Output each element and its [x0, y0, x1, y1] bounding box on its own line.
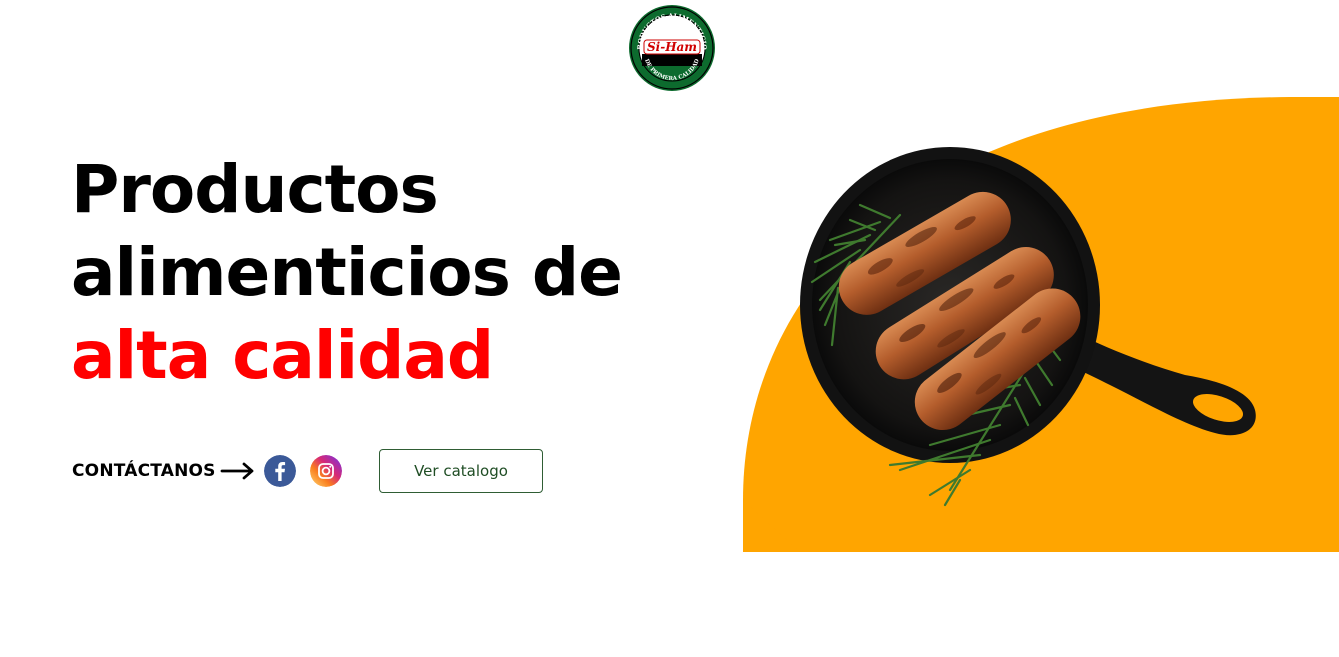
sausages [838, 191, 1081, 431]
contact-label: CONTÁCTANOS [72, 461, 216, 481]
logo-text: Si-Ham [647, 40, 697, 54]
skillet [800, 147, 1256, 463]
headline-line-2: alimenticios de [71, 234, 623, 311]
headline-accent: alta calidad [71, 317, 494, 394]
landing-page: PRODUCTOS ALIMENTICIOS DE PRIMERA CALIDA… [0, 0, 1339, 657]
instagram-icon[interactable] [309, 455, 342, 487]
contact-row: CONTÁCTANOS [72, 452, 356, 490]
arrow-right-icon [220, 462, 254, 480]
view-catalog-button[interactable]: Ver catalogo [379, 449, 543, 493]
facebook-icon[interactable] [263, 455, 296, 487]
brand-logo[interactable]: PRODUCTOS ALIMENTICIOS DE PRIMERA CALIDA… [628, 4, 716, 92]
orange-backdrop-shape [743, 97, 1339, 552]
headline-line-1: Productos [71, 151, 439, 228]
hero-headline: Productos alimenticios de alta calidad [71, 148, 623, 397]
rosemary-garnish [810, 203, 1062, 507]
